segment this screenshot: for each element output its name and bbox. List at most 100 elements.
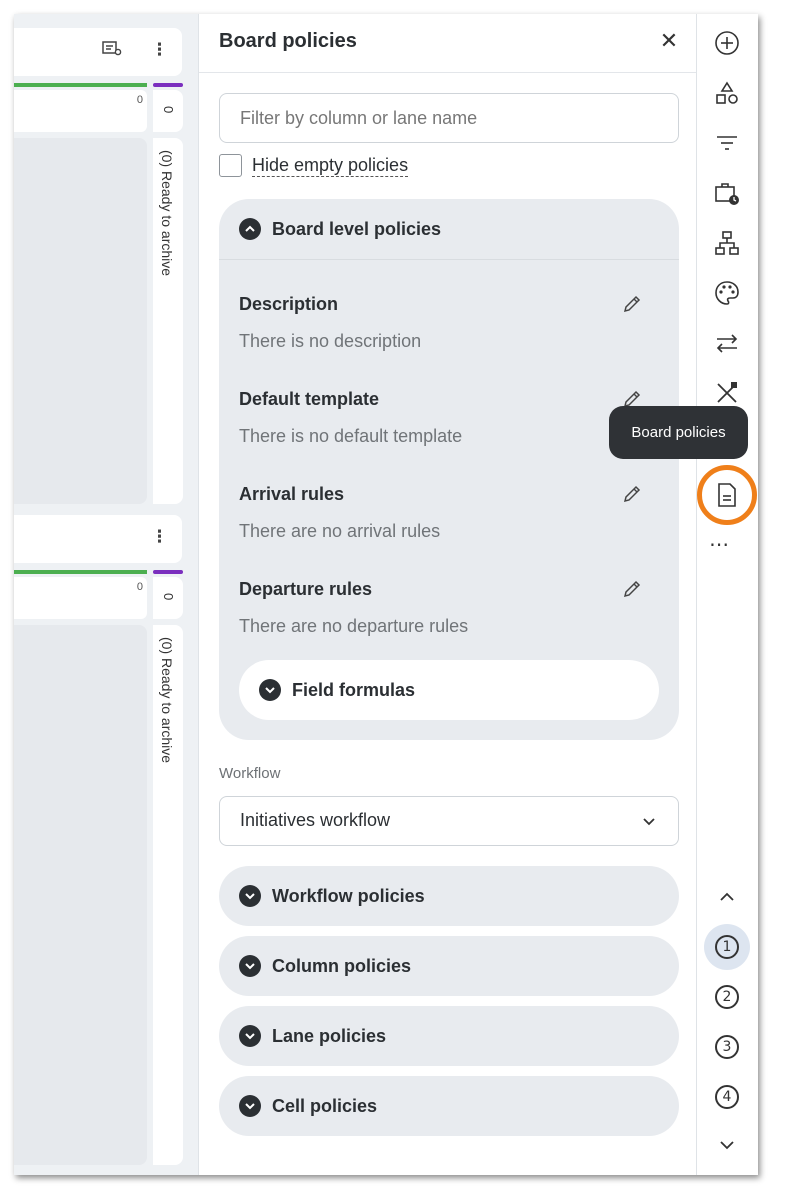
lane-header[interactable]: ⋮: [14, 28, 182, 76]
edit-description-button[interactable]: [621, 293, 643, 315]
level-number: 1: [715, 935, 739, 959]
pencil-icon: [623, 580, 641, 598]
level-number: 4: [715, 1085, 739, 1109]
section-title: Board level policies: [272, 218, 442, 239]
workflow-select[interactable]: Initiatives workflow: [219, 796, 679, 846]
edit-departure-rules-button[interactable]: [621, 578, 643, 600]
section-header[interactable]: Cell policies: [239, 1095, 377, 1117]
kebab-menu-icon[interactable]: ⋮: [151, 40, 168, 60]
pencil-icon: [623, 485, 641, 503]
chevron-down-icon: [259, 679, 281, 701]
tooltip: Board policies: [609, 406, 748, 459]
workflow-selected-value: Initiatives workflow: [240, 810, 391, 830]
expand-down-button[interactable]: [711, 1129, 743, 1161]
tools-icon: [717, 382, 737, 403]
column-count: 0: [136, 94, 143, 106]
header-divider: [199, 72, 696, 73]
highlight-ring: [697, 465, 757, 525]
section-title: Lane policies: [272, 1025, 387, 1046]
chevron-down-icon: [643, 818, 655, 826]
close-button[interactable]: ✕: [656, 28, 682, 54]
swap-button[interactable]: [711, 327, 743, 359]
archive-label: (0) Ready to archive: [159, 637, 175, 764]
close-icon[interactable]: ✕: [660, 28, 678, 53]
policy-value: There are no departure rules: [239, 616, 469, 636]
level-number: 3: [715, 1035, 739, 1059]
archive-label: (0) Ready to archive: [159, 150, 175, 277]
shapes-icon: [716, 81, 738, 104]
archive-count-box: 0: [153, 577, 183, 619]
chevron-down-icon: [239, 955, 261, 977]
swap-arrows-icon: [716, 334, 738, 353]
column-body[interactable]: [14, 138, 147, 504]
filter-icon: [717, 136, 737, 150]
filter-button[interactable]: [711, 127, 743, 159]
section-title: Cell policies: [272, 1095, 378, 1116]
add-button[interactable]: [711, 27, 743, 59]
more-icon[interactable]: ⋯: [709, 532, 731, 557]
policy-name: Departure rules: [239, 579, 373, 599]
pencil-icon: [623, 295, 641, 313]
policy-value: There is no description: [239, 331, 422, 351]
workflow-label: Workflow: [219, 765, 281, 782]
section-title: Column policies: [272, 955, 412, 976]
section-header[interactable]: Workflow policies: [239, 885, 425, 907]
board-policies-panel: Board policies ✕ Hide empty policies Boa…: [198, 14, 697, 1175]
board-level-policies-section: Board level policies Description There i…: [219, 199, 679, 740]
cell-policies-section[interactable]: Cell policies: [219, 1076, 679, 1136]
field-formulas-label: Field formulas: [292, 679, 416, 700]
level-3-button[interactable]: 3: [704, 1024, 750, 1070]
tools-button[interactable]: [711, 377, 743, 409]
lane-policies-section[interactable]: Lane policies: [219, 1006, 679, 1066]
column-policies-section[interactable]: Column policies: [219, 936, 679, 996]
filter-input[interactable]: [219, 93, 679, 143]
chevron-down-icon: [239, 1025, 261, 1047]
hide-empty-checkbox[interactable]: [219, 154, 242, 177]
chevron-down-icon: [720, 1141, 734, 1150]
level-1-button[interactable]: 1: [704, 924, 750, 970]
board-area: ⋮ 0 0 (0) Ready to archive ⋮ 0 0 (0) Rea…: [14, 14, 198, 1175]
timeline-button[interactable]: [711, 177, 743, 209]
policy-name: Default template: [239, 389, 380, 409]
ready-to-archive-column[interactable]: (0) Ready to archive: [153, 138, 183, 504]
colors-button[interactable]: [711, 277, 743, 309]
card-types-button[interactable]: [711, 77, 743, 109]
section-header[interactable]: Lane policies: [239, 1025, 386, 1047]
field-formulas-toggle[interactable]: Field formulas: [239, 660, 659, 720]
archive-count: 0: [161, 106, 176, 114]
card-settings-icon[interactable]: [102, 40, 122, 63]
level-2-button[interactable]: 2: [704, 974, 750, 1020]
section-header[interactable]: Column policies: [239, 955, 411, 977]
section-title: Workflow policies: [272, 885, 425, 906]
ready-to-archive-column[interactable]: (0) Ready to archive: [153, 625, 183, 1165]
section-divider: [219, 259, 679, 260]
level-number: 2: [715, 985, 739, 1009]
column-count: 0: [136, 581, 143, 593]
archive-count: 0: [161, 593, 176, 601]
archive-count-box: 0: [153, 90, 183, 132]
hide-empty-label[interactable]: Hide empty policies: [252, 155, 409, 177]
lane-header[interactable]: ⋮: [14, 515, 182, 563]
palette-icon: [715, 281, 739, 305]
collapse-up-button[interactable]: [711, 881, 743, 913]
archive-color-bar: [153, 570, 183, 574]
hierarchy-button[interactable]: [711, 227, 743, 259]
column-color-bar: [14, 83, 147, 87]
kebab-menu-icon[interactable]: ⋮: [151, 527, 168, 547]
hierarchy-icon: [715, 231, 739, 255]
archive-color-bar: [153, 83, 183, 87]
column-color-bar: [14, 570, 147, 574]
policy-value: There are no arrival rules: [239, 521, 441, 541]
workflow-policies-section[interactable]: Workflow policies: [219, 866, 679, 926]
column-body[interactable]: [14, 625, 147, 1165]
panel-title: Board policies: [219, 30, 357, 52]
app-window: ⋮ 0 0 (0) Ready to archive ⋮ 0 0 (0) Rea…: [14, 14, 758, 1175]
level-4-button[interactable]: 4: [704, 1074, 750, 1120]
policy-name: Arrival rules: [239, 484, 345, 504]
board-level-policies-toggle[interactable]: Board level policies: [239, 218, 441, 240]
chevron-down-icon: [239, 1095, 261, 1117]
field-formulas-header[interactable]: Field formulas: [259, 679, 415, 701]
edit-arrival-rules-button[interactable]: [621, 483, 643, 505]
add-icon: [715, 31, 739, 55]
policy-value: There is no default template: [239, 426, 463, 446]
